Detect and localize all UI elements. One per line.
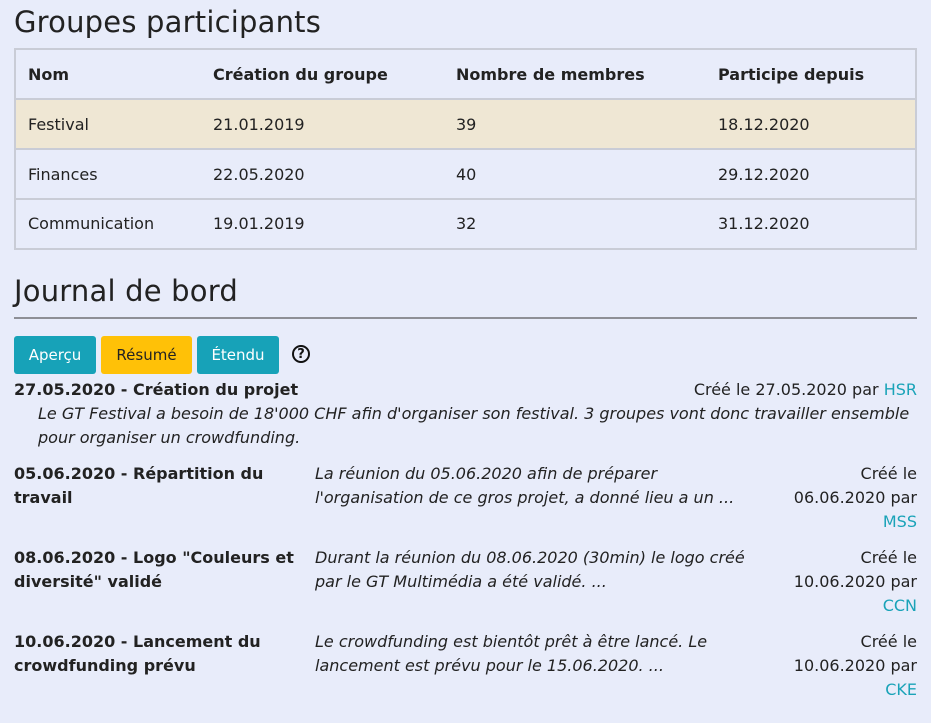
apercu-button[interactable]: Aperçu [14, 336, 96, 374]
group-name: Festival [28, 115, 89, 134]
group-name: Finances [28, 165, 98, 184]
group-created: 22.05.2020 [213, 165, 305, 184]
group-members: 32 [456, 214, 477, 233]
group-since: 29.12.2020 [718, 165, 810, 184]
groups-table: Nom Création du groupe Nombre de membres… [14, 48, 917, 250]
column-header-since: Participe depuis [718, 65, 865, 84]
journal-entry-title: 10.06.2020 - Lancement du crowdfunding p… [14, 632, 261, 675]
group-name: Communication [28, 214, 155, 233]
journal-entry-description: Le crowdfunding est bientôt prêt à être … [315, 632, 708, 675]
journal-heading: Journal de bord [14, 274, 238, 308]
journal-entry-title: 08.06.2020 - Logo "Couleurs et diversité… [14, 548, 294, 591]
author-link[interactable]: CCN [883, 596, 917, 615]
table-row[interactable]: Finances 22.05.2020 40 29.12.2020 [16, 150, 915, 200]
etendu-button[interactable]: Étendu [197, 336, 279, 374]
section-divider [14, 317, 917, 319]
group-since: 18.12.2020 [718, 115, 810, 134]
group-created: 19.01.2019 [213, 214, 305, 233]
page: Groupes participants Nom Création du gro… [0, 0, 931, 723]
column-header-created: Création du groupe [213, 65, 388, 84]
journal-entry-description: La réunion du 05.06.2020 afin de prépare… [315, 464, 735, 507]
journal-entry-description: Durant la réunion du 08.06.2020 (30min) … [315, 548, 745, 591]
author-link[interactable]: HSR [884, 380, 917, 399]
journal-entry-meta: Créé le 10.06.2020 par CCN [767, 546, 917, 618]
groups-heading: Groupes participants [14, 5, 322, 39]
group-since: 31.12.2020 [718, 214, 810, 233]
resume-button[interactable]: Résumé [101, 336, 192, 374]
journal-entry-meta: Créé le 06.06.2020 par MSS [767, 462, 917, 534]
journal-entry-title: 05.06.2020 - Répartition du travail [14, 464, 264, 507]
column-header-members: Nombre de membres [456, 65, 645, 84]
group-created: 21.01.2019 [213, 115, 305, 134]
journal-entry-description: Le GT Festival a besoin de 18'000 CHF af… [38, 404, 910, 447]
group-members: 40 [456, 165, 477, 184]
help-icon[interactable]: ? [292, 345, 310, 363]
created-label: Créé le 10.06.2020 par [793, 548, 917, 591]
created-label: Créé le 06.06.2020 par [793, 464, 917, 507]
table-row[interactable]: Communication 19.01.2019 32 31.12.2020 [16, 200, 915, 248]
table-row[interactable]: Festival 21.01.2019 39 18.12.2020 [16, 100, 915, 150]
table-header-row: Nom Création du groupe Nombre de membres… [16, 50, 915, 100]
group-members: 39 [456, 115, 477, 134]
journal-entry-meta: Créé le 27.05.2020 par HSR [694, 378, 917, 402]
created-label: Créé le 27.05.2020 par [693, 380, 879, 399]
column-header-name: Nom [28, 65, 70, 84]
author-link[interactable]: CKE [885, 680, 917, 699]
created-label: Créé le 10.06.2020 par [793, 632, 917, 675]
author-link[interactable]: MSS [883, 512, 917, 531]
journal-entry-title: 27.05.2020 - Création du projet [14, 380, 299, 399]
journal-entry-meta: Créé le 10.06.2020 par CKE [767, 630, 917, 702]
